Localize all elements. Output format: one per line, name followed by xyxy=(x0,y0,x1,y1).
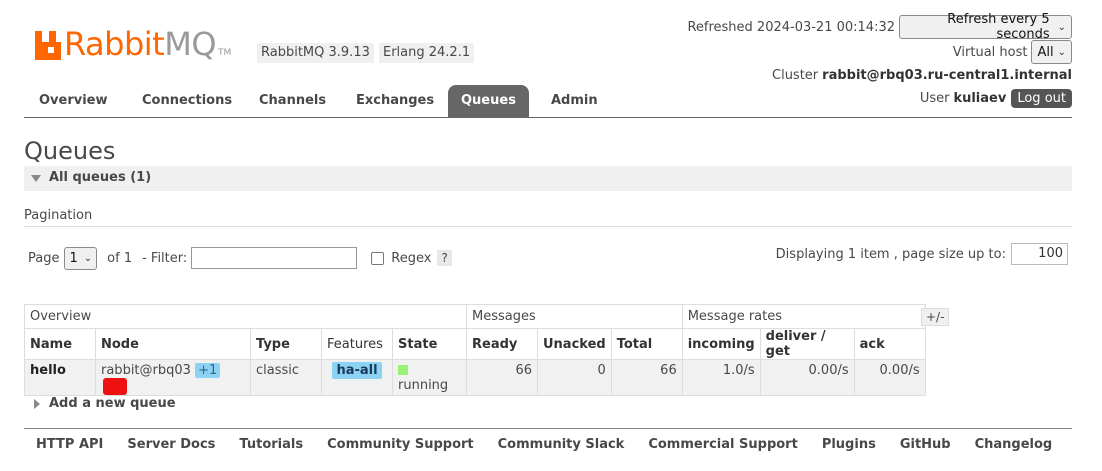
page-select[interactable]: 1 ⌄ xyxy=(64,246,98,270)
page-label: Page xyxy=(28,250,60,266)
erlang-version-badge: Erlang 24.2.1 xyxy=(379,43,475,63)
table-row: hello rabbit@rbq03 +1 classic ha-all run… xyxy=(24,359,926,396)
rabbitmq-version-badge: RabbitMQ 3.9.13 xyxy=(257,43,374,63)
group-messages: Messages xyxy=(466,304,683,329)
tab-connections[interactable]: Connections xyxy=(142,85,232,117)
filter-input[interactable] xyxy=(191,247,358,269)
tab-channels[interactable]: Channels xyxy=(259,85,326,117)
rabbitmq-logo: RabbitMQ TM xyxy=(35,26,231,60)
vhost-label: Virtual host xyxy=(952,44,1028,60)
page-count: of 1 xyxy=(107,250,133,266)
rate-incoming: 1.0/s xyxy=(681,359,761,396)
tab-overview[interactable]: Overview xyxy=(39,85,108,117)
cluster-name: rabbit@rbq03.ru-central1.internal xyxy=(822,67,1072,83)
col-unacked[interactable]: Unacked xyxy=(537,328,612,360)
chevron-down-icon: ⌄ xyxy=(83,252,93,264)
pagination-controls: Page 1 ⌄ of 1 - Filter: Regex ? xyxy=(28,246,452,270)
column-toggle-button[interactable]: +/- xyxy=(921,308,950,326)
footer-divider xyxy=(24,428,1072,429)
footer-link-commercial-support[interactable]: Commercial Support xyxy=(648,437,798,452)
expand-triangle-icon xyxy=(34,398,40,409)
group-overview: Overview xyxy=(24,304,467,329)
col-ready[interactable]: Ready xyxy=(466,328,538,360)
collapse-triangle-icon xyxy=(31,175,41,182)
col-name[interactable]: Name xyxy=(24,328,96,360)
filter-label: - Filter: xyxy=(142,250,188,266)
node-down-badge xyxy=(103,378,127,395)
rate-deliver-get: 0.00/s xyxy=(759,359,855,396)
footer-link-tutorials[interactable]: Tutorials xyxy=(239,437,303,452)
pagination-divider xyxy=(24,226,1072,227)
add-queue-toggle[interactable]: Add a new queue xyxy=(34,396,176,411)
footer-link-http-api[interactable]: HTTP API xyxy=(36,437,103,452)
pagination-title: Pagination xyxy=(24,208,93,223)
footer-link-community-slack[interactable]: Community Slack xyxy=(498,437,625,452)
queue-node: rabbit@rbq03 +1 xyxy=(95,359,251,396)
vhost-select[interactable]: All ⌄ xyxy=(1031,40,1072,64)
col-node[interactable]: Node xyxy=(95,328,251,360)
queue-type: classic xyxy=(250,359,322,396)
regex-checkbox[interactable] xyxy=(371,251,385,265)
tab-admin[interactable]: Admin xyxy=(551,85,598,117)
col-features[interactable]: Features xyxy=(321,328,393,360)
rate-ack: 0.00/s xyxy=(853,359,926,396)
footer-link-changelog[interactable]: Changelog xyxy=(975,437,1053,452)
policy-badge[interactable]: ha-all xyxy=(332,362,382,379)
cluster-label: Cluster xyxy=(772,67,819,83)
regex-label: Regex xyxy=(391,250,432,266)
col-state[interactable]: State xyxy=(392,328,467,360)
mirror-count-badge: +1 xyxy=(195,363,221,378)
displaying-label: Displaying 1 item , page size up to: xyxy=(775,246,1006,262)
queue-features: ha-all xyxy=(321,359,393,396)
node-name: rabbit@rbq03 xyxy=(101,363,191,378)
refresh-interval-select[interactable]: Refresh every 5 seconds ⌄ xyxy=(899,12,1072,42)
rabbit-logo-icon xyxy=(35,31,61,60)
page-title: Queues xyxy=(24,137,116,165)
chevron-down-icon: ⌄ xyxy=(1057,21,1066,33)
col-incoming[interactable]: incoming xyxy=(681,328,761,360)
state-running-icon xyxy=(398,365,408,375)
page-size-input[interactable]: 100 xyxy=(1011,243,1068,265)
col-deliver-get[interactable]: deliver / get xyxy=(759,328,855,360)
main-nav-tabs: Overview Connections Channels Exchanges … xyxy=(24,85,1072,118)
messages-total: 66 xyxy=(610,359,683,396)
col-type[interactable]: Type xyxy=(250,328,322,360)
queues-table: Overview Messages Message rates Name Nod… xyxy=(24,304,926,396)
tab-exchanges[interactable]: Exchanges xyxy=(356,85,434,117)
queue-state: running xyxy=(392,359,467,396)
footer-links: HTTP API Server Docs Tutorials Community… xyxy=(36,437,1076,452)
all-queues-section-toggle[interactable]: All queues (1) xyxy=(24,166,1072,191)
logo-wordmark: RabbitMQ xyxy=(64,25,216,63)
col-total[interactable]: Total xyxy=(610,328,683,360)
group-message-rates: Message rates xyxy=(681,304,926,329)
chevron-down-icon: ⌄ xyxy=(1057,46,1066,58)
footer-link-plugins[interactable]: Plugins xyxy=(822,437,876,452)
messages-ready: 66 xyxy=(466,359,538,396)
section-title: All queues (1) xyxy=(49,170,152,185)
footer-link-server-docs[interactable]: Server Docs xyxy=(127,437,215,452)
page-size-controls: Displaying 1 item , page size up to: 100 xyxy=(776,243,1068,265)
logo-trademark: TM xyxy=(218,48,232,58)
tab-queues[interactable]: Queues xyxy=(448,85,529,117)
refreshed-timestamp: Refreshed 2024-03-21 00:14:32 xyxy=(687,19,895,35)
regex-help-button[interactable]: ? xyxy=(437,250,452,266)
footer-link-community-support[interactable]: Community Support xyxy=(327,437,474,452)
col-ack[interactable]: ack xyxy=(853,328,926,360)
messages-unacked: 0 xyxy=(537,359,612,396)
footer-link-github[interactable]: GitHub xyxy=(900,437,951,452)
queue-name-link[interactable]: hello xyxy=(24,359,96,396)
